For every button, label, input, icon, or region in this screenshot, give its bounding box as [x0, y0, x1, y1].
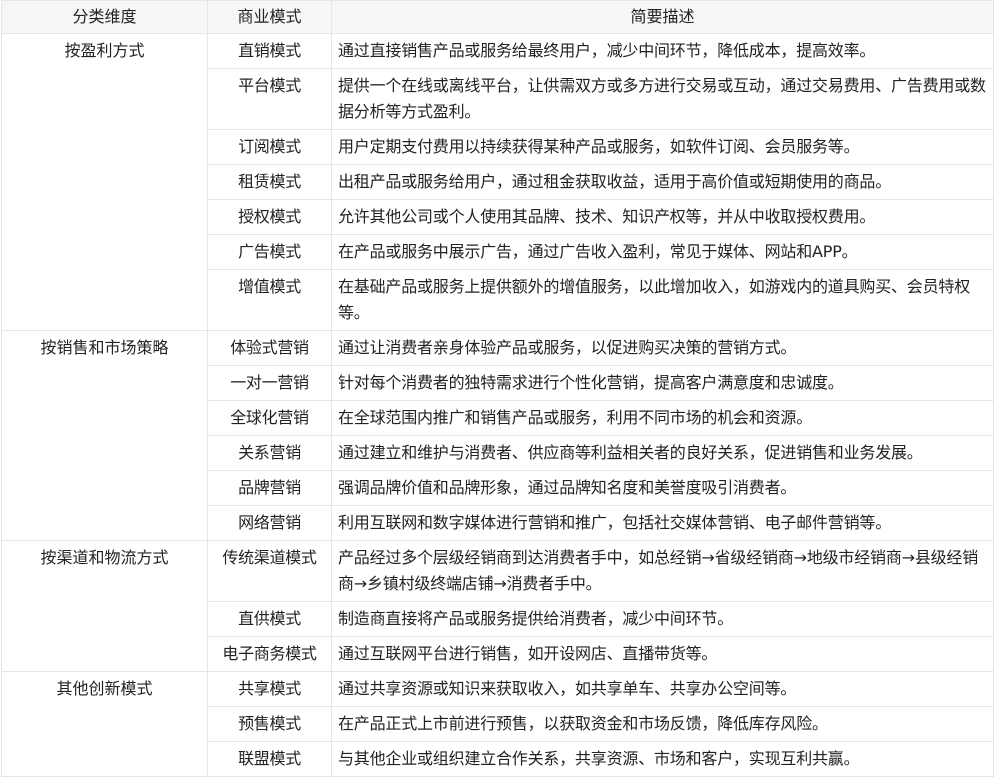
description-cell: 在全球范围内推广和销售产品或服务，利用不同市场的机会和资源。	[331, 400, 994, 436]
business-model-table: 分类维度 商业模式 简要描述 按盈利方式 直销模式 通过直接销售产品或服务给最终用户…	[1, 0, 994, 777]
description-cell: 用户定期支付费用以持续获得某种产品或服务，如软件订阅、会员服务等。	[331, 129, 994, 165]
header-dimension: 分类维度	[1, 0, 208, 34]
description-cell: 通过共享资源或知识来获取收入，如共享单车、共享办公空间等。	[331, 671, 994, 707]
table-row: 按盈利方式 直销模式 通过直接销售产品或服务给最终用户，减少中间环节，降低成本，提高…	[1, 33, 994, 331]
description-cell: 提供一个在线或离线平台，让供需双方或多方进行交易或互动，通过交易费用、广告费用或…	[331, 68, 994, 130]
description-cell: 产品经过多个层级经销商到达消费者手中，如总经销→省级经销商→地级市经销商→县级经…	[331, 540, 994, 602]
mode-cell: 联盟模式	[207, 741, 332, 777]
dimension-cell: 按渠道和物流方式	[1, 540, 208, 672]
mode-cell: 品牌营销	[207, 470, 332, 506]
dimension-cell: 其他创新模式	[1, 671, 208, 777]
mode-cell: 授权模式	[207, 199, 332, 235]
mode-cell: 广告模式	[207, 234, 332, 270]
dimension-cell: 按盈利方式	[1, 33, 208, 331]
mode-cell: 全球化营销	[207, 400, 332, 436]
mode-cell: 直供模式	[207, 601, 332, 637]
description-cell: 出租产品或服务给用户，通过租金获取收益，适用于高价值或短期使用的商品。	[331, 164, 994, 200]
description-cell: 在基础产品或服务上提供额外的增值服务，以此增加收入，如游戏内的道具购买、会员特权…	[331, 269, 994, 331]
dimension-cell: 按销售和市场策略	[1, 330, 208, 541]
header-mode: 商业模式	[207, 0, 332, 34]
mode-cell: 关系营销	[207, 435, 332, 471]
mode-cell: 增值模式	[207, 269, 332, 331]
mode-cell: 平台模式	[207, 68, 332, 130]
mode-cell: 预售模式	[207, 706, 332, 742]
description-cell: 强调品牌价值和品牌形象，通过品牌知名度和美誉度吸引消费者。	[331, 470, 994, 506]
description-cell: 通过让消费者亲身体验产品或服务，以促进购买决策的营销方式。	[331, 330, 994, 366]
mode-cell: 体验式营销	[207, 330, 332, 366]
description-cell: 制造商直接将产品或服务提供给消费者，减少中间环节。	[331, 601, 994, 637]
mode-cell: 传统渠道模式	[207, 540, 332, 602]
mode-cell: 共享模式	[207, 671, 332, 707]
description-cell: 通过建立和维护与消费者、供应商等利益相关者的良好关系，促进销售和业务发展。	[331, 435, 994, 471]
mode-cell: 电子商务模式	[207, 636, 332, 672]
mode-cell: 网络营销	[207, 505, 332, 541]
header-row: 分类维度 商业模式 简要描述	[1, 0, 994, 34]
description-cell: 通过互联网平台进行销售，如开设网店、直播带货等。	[331, 636, 994, 672]
description-cell: 通过直接销售产品或服务给最终用户，减少中间环节，降低成本，提高效率。	[331, 33, 994, 69]
mode-cell: 一对一营销	[207, 365, 332, 401]
description-cell: 在产品正式上市前进行预售，以获取资金和市场反馈，降低库存风险。	[331, 706, 994, 742]
mode-cell: 直销模式	[207, 33, 332, 69]
table-row: 其他创新模式 共享模式 通过共享资源或知识来获取收入，如共享单车、共享办公空间等。	[1, 671, 994, 777]
mode-cell: 租赁模式	[207, 164, 332, 200]
description-cell: 与其他企业或组织建立合作关系，共享资源、市场和客户，实现互利共赢。	[331, 741, 994, 777]
description-cell: 利用互联网和数字媒体进行营销和推广，包括社交媒体营销、电子邮件营销等。	[331, 505, 994, 541]
header-description: 简要描述	[331, 0, 994, 34]
mode-cell: 订阅模式	[207, 129, 332, 165]
description-cell: 针对每个消费者的独特需求进行个性化营销，提高客户满意度和忠诚度。	[331, 365, 994, 401]
table-body: 按盈利方式 直销模式 通过直接销售产品或服务给最终用户，减少中间环节，降低成本，提高…	[1, 33, 994, 777]
description-cell: 允许其他公司或个人使用其品牌、技术、知识产权等，并从中收取授权费用。	[331, 199, 994, 235]
table-row: 按渠道和物流方式 传统渠道模式 产品经过多个层级经销商到达消费者手中，如总经销→省级…	[1, 540, 994, 672]
table-row: 按销售和市场策略 体验式营销 通过让消费者亲身体验产品或服务，以促进购买决策的营销方…	[1, 330, 994, 541]
description-cell: 在产品或服务中展示广告，通过广告收入盈利，常见于媒体、网站和APP。	[331, 234, 994, 270]
